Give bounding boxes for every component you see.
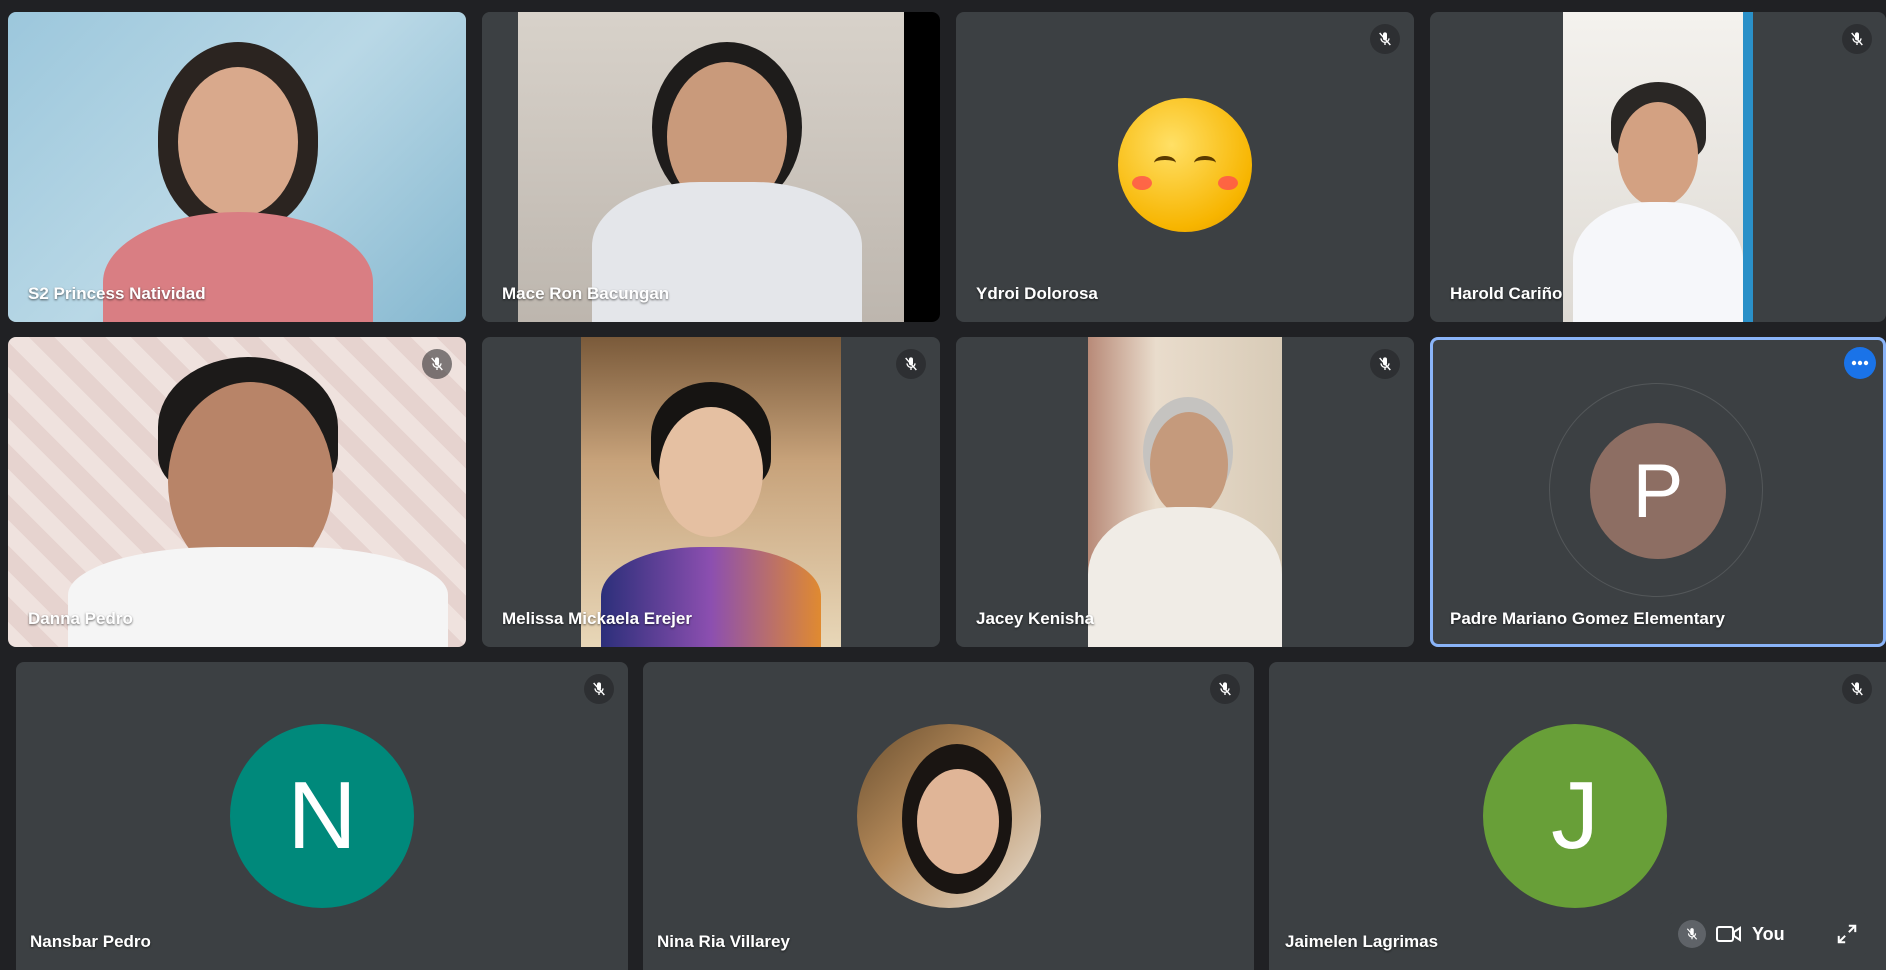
avatar: J	[1483, 724, 1667, 908]
participant-name: Jaimelen Lagrimas	[1285, 932, 1439, 951]
mic-off-icon	[1370, 349, 1400, 379]
participant-tile[interactable]: Jacey Kenisha	[956, 337, 1414, 647]
more-options-button[interactable]	[1844, 347, 1876, 379]
avatar-photo	[857, 724, 1041, 908]
participant-video	[8, 12, 466, 322]
participant-name: Nina Ria Villarey	[657, 932, 790, 951]
participant-name: S2 Princess Natividad	[28, 284, 206, 303]
avatar: P	[1590, 423, 1726, 559]
self-mic-toggle[interactable]	[1678, 920, 1706, 948]
participant-tile[interactable]: Danna Pedro	[8, 337, 466, 647]
participant-video	[581, 337, 841, 647]
mic-off-icon	[422, 349, 452, 379]
mic-off-icon	[1210, 674, 1240, 704]
participant-name: Melissa Mickaela Erejer	[502, 609, 692, 628]
more-horiz-icon	[1851, 360, 1869, 366]
mic-off-icon	[1842, 674, 1872, 704]
avatar: N	[230, 724, 414, 908]
participant-tile[interactable]: Nina Ria Villarey	[643, 662, 1254, 970]
participant-video	[1088, 337, 1282, 647]
mic-off-icon	[896, 349, 926, 379]
camera-off-icon[interactable]	[1716, 924, 1742, 944]
participant-name: Danna Pedro	[28, 609, 133, 628]
emoji-avatar	[1118, 98, 1252, 232]
participant-name: Nansbar Pedro	[30, 932, 151, 951]
mic-off-icon	[1686, 928, 1698, 940]
participant-name: Padre Mariano Gomez Elementary	[1450, 609, 1725, 628]
participant-tile[interactable]: Harold Cariño	[1430, 12, 1886, 322]
participant-tile[interactable]: N Nansbar Pedro	[16, 662, 628, 970]
mic-off-icon	[1370, 24, 1400, 54]
participant-tile[interactable]: J Jaimelen Lagrimas You	[1269, 662, 1886, 970]
participant-name: Harold Cariño	[1450, 284, 1563, 303]
participant-tile[interactable]: Ydroi Dolorosa	[956, 12, 1414, 322]
participant-name: Mace Ron Bacungan	[502, 284, 670, 303]
self-view-label: You	[1752, 923, 1785, 944]
self-view-controls: You	[1668, 912, 1868, 956]
mic-off-icon	[584, 674, 614, 704]
participant-tile-active[interactable]: P Padre Mariano Gomez Elementary	[1430, 337, 1886, 647]
participant-tile[interactable]: Mace Ron Bacungan	[482, 12, 940, 322]
expand-icon[interactable]	[1836, 923, 1858, 945]
participant-tile[interactable]: Melissa Mickaela Erejer	[482, 337, 940, 647]
participant-name: Ydroi Dolorosa	[976, 284, 1098, 303]
participant-video	[1563, 12, 1753, 322]
participant-tile[interactable]: S2 Princess Natividad	[8, 12, 466, 322]
participant-video	[8, 337, 466, 647]
mic-off-icon	[1842, 24, 1872, 54]
participant-name: Jacey Kenisha	[976, 609, 1095, 628]
